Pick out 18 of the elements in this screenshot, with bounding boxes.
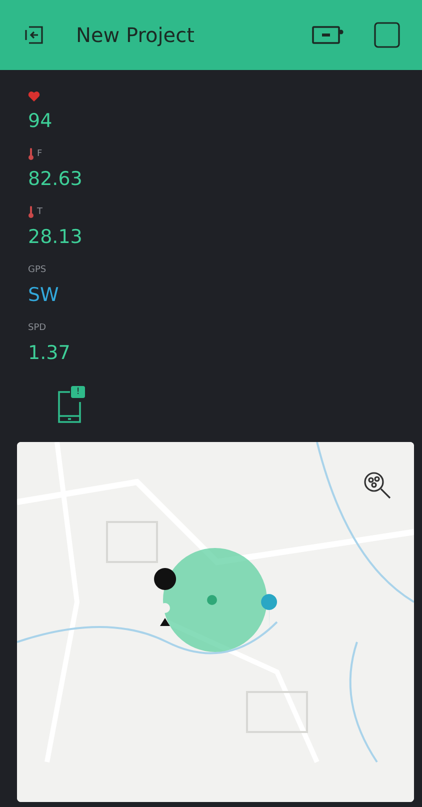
thermometer-icon (28, 206, 34, 218)
exit-icon[interactable] (24, 24, 46, 46)
square-icon[interactable] (374, 22, 400, 48)
widget-value: 1.37 (28, 342, 72, 364)
widget-label: SPD (28, 323, 46, 333)
search-icon[interactable] (362, 470, 392, 500)
widget-label: GPS (28, 265, 46, 275)
widget-value: 94 (28, 110, 54, 132)
widget-value: 82.63 (28, 168, 84, 190)
thermometer-icon (28, 148, 34, 160)
project-title: New Project (76, 23, 196, 47)
heart-icon (28, 90, 40, 102)
widget-value: 28.13 (28, 226, 84, 248)
widget-value: SW (28, 284, 60, 306)
widget-label: T (37, 207, 42, 217)
notification-badge: ! (71, 386, 85, 398)
widget-label: F (37, 149, 42, 159)
device-icon[interactable] (312, 25, 344, 45)
